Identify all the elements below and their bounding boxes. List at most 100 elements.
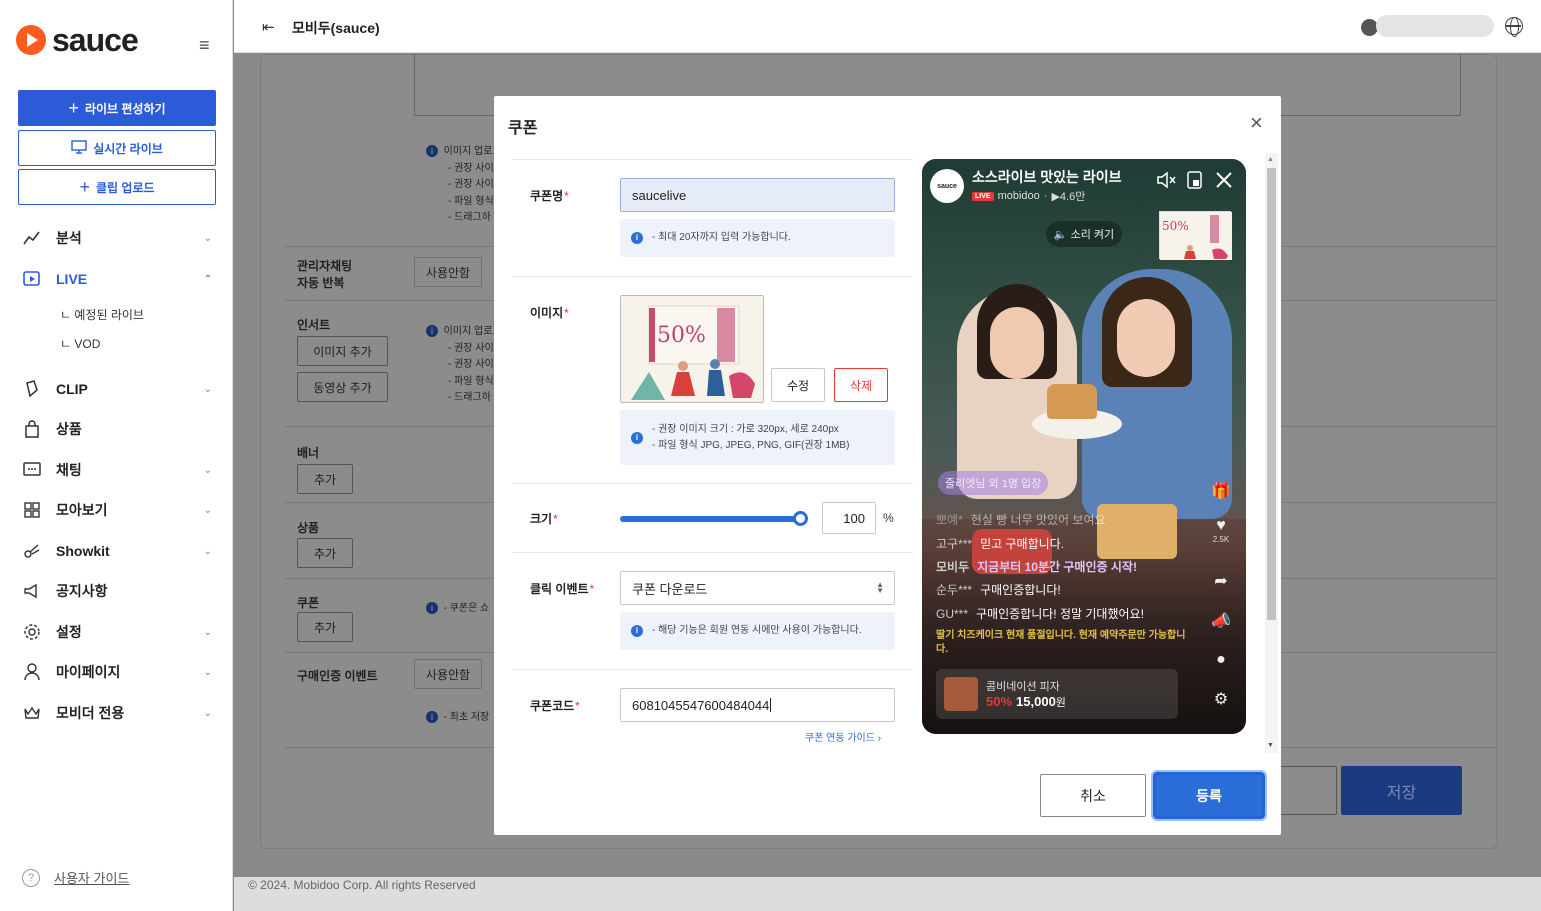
info-icon: i (631, 625, 643, 637)
gift-icon[interactable]: 🎁 (1211, 481, 1231, 501)
heart-icon[interactable]: ♥ 2.5K (1211, 517, 1231, 544)
menu-showkit[interactable]: Showkit ⌄ (22, 540, 212, 562)
menu-collection[interactable]: 모아보기 ⌄ (22, 499, 212, 521)
menu-chat[interactable]: 채팅 ⌄ (22, 459, 212, 481)
coupon-name-input[interactable]: saucelive (620, 178, 895, 212)
add-video-button[interactable]: 동영상 추가 (297, 372, 388, 402)
auto-repeat-unused-toggle[interactable]: 사용안함 (414, 257, 482, 287)
menu-notice[interactable]: 공지사항 (22, 580, 212, 602)
divider (512, 159, 913, 160)
coupon-image-preview[interactable]: 50% (620, 295, 764, 403)
add-banner-button[interactable]: 추가 (297, 464, 353, 494)
click-event-label-text: 클릭 이벤트 (530, 582, 589, 596)
add-coupon-button[interactable]: 추가 (297, 612, 353, 642)
size-percent-input[interactable]: 100 (822, 502, 876, 534)
view-count: ▶4.6만 (1051, 191, 1086, 203)
menu-analytics[interactable]: 분석 ⌄ (22, 227, 212, 249)
chevron-down-icon: ⌄ (203, 504, 212, 516)
scroll-up-arrow[interactable]: ▲ (1267, 156, 1274, 163)
add-image-button[interactable]: 이미지 추가 (297, 336, 388, 366)
delete-image-button[interactable]: 삭제 (834, 368, 888, 402)
menu-settings[interactable]: 설정 ⌄ (22, 621, 212, 643)
menu-mobidoo-only[interactable]: 모비더 전용 ⌄ (22, 702, 212, 724)
close-icon[interactable]: × (1250, 112, 1263, 134)
user-name-redacted[interactable] (1376, 15, 1494, 37)
product-currency: 원 (1055, 697, 1066, 709)
menu-clip[interactable]: CLIP ⌄ (22, 378, 212, 400)
register-button[interactable]: 등록 (1151, 770, 1267, 821)
edit-image-button[interactable]: 수정 (771, 368, 825, 402)
preview-cake-layered (1097, 504, 1177, 559)
coupon-modal: 쿠폰 × 쿠폰명* saucelive i - 최대 20자까지 입력 가능합니… (494, 96, 1281, 835)
monitor-icon (71, 139, 87, 157)
auto-repeat-label: 자동 반복 (297, 276, 345, 290)
purchase-event-unused-toggle[interactable]: 사용안함 (414, 659, 482, 689)
size-slider-track[interactable] (620, 516, 801, 522)
coupon-code-label: 쿠폰코드* (530, 697, 580, 714)
user-guide-link[interactable]: ? 사용자 가이드 (22, 868, 129, 887)
text-cursor (770, 698, 772, 712)
menu-settings-label: 설정 (56, 624, 82, 640)
close-preview-icon[interactable] (1215, 171, 1233, 194)
sound-on-button[interactable]: 🔈 소리 켜기 (1046, 221, 1122, 247)
megaphone-icon[interactable]: 📣 (1211, 611, 1231, 631)
sauce-logo[interactable]: sauce (16, 24, 139, 56)
globe-icon[interactable] (1505, 16, 1523, 37)
chat-message: 고구*** 믿고 구매합니다. (936, 535, 1064, 552)
click-event-select[interactable]: 쿠폰 다운로드 ▲ ▼ (620, 571, 895, 605)
size-slider-handle[interactable] (793, 511, 808, 526)
info-line: - 최초 저장 (443, 712, 490, 723)
channel-name: mobidoo (997, 190, 1040, 202)
coupon-code-input[interactable]: 6081045547600484044 (620, 688, 895, 722)
menu-live[interactable]: LIVE ⌃ (22, 268, 212, 290)
coupon-overlay-thumbnail[interactable]: 50% (1159, 211, 1232, 260)
chat-message: 순두*** 구매인증합니다! (936, 581, 1061, 598)
menu-product[interactable]: 상품 (22, 418, 212, 440)
submenu-vod[interactable]: ㄴ VOD (60, 335, 100, 352)
chat-text: 믿고 구매합니다. (980, 537, 1065, 551)
scroll-down-arrow[interactable]: ▼ (1267, 742, 1274, 749)
menu-showkit-label: Showkit (56, 543, 110, 559)
chat-bubble-icon[interactable]: ● (1211, 651, 1231, 669)
clip-upload-button[interactable]: + 클립 업로드 (18, 169, 216, 205)
bag-icon (22, 419, 42, 439)
scrollbar-thumb[interactable] (1267, 168, 1276, 620)
logo-play-icon (16, 25, 46, 55)
chevron-up-icon: ⌃ (203, 273, 212, 285)
modal-title: 쿠폰 (508, 120, 538, 137)
menu-mypage[interactable]: 마이페이지 ⌄ (22, 661, 212, 683)
share-icon[interactable]: ➦ (1211, 571, 1231, 591)
chevron-down-icon: ⌄ (203, 707, 212, 719)
add-product-button[interactable]: 추가 (297, 538, 353, 568)
separator: · (1043, 190, 1048, 202)
divider (512, 483, 913, 484)
analytics-icon (22, 228, 42, 248)
coupon-guide-link[interactable]: 쿠폰 연동 가이드 › (805, 729, 881, 744)
click-event-info: i - 해당 기능은 회원 연동 시에만 사용이 가능합니다. (620, 612, 895, 650)
chevron-down-icon: ⌄ (203, 383, 212, 395)
product-card[interactable]: 콤비네이션 피자 50% 15,000원 (936, 669, 1178, 719)
chevron-down-icon: ⌄ (203, 545, 212, 557)
menu-analytics-label: 분석 (56, 230, 82, 246)
menu-live-label: LIVE (56, 271, 88, 287)
chat-text: 지금부터 10분간 구매인증 시작! (977, 560, 1137, 574)
hamburger-menu-icon[interactable]: ≡ (199, 36, 210, 54)
pip-icon[interactable] (1187, 171, 1203, 194)
info-icon: i (426, 602, 438, 615)
chat-message: 뽀예* 현실 빵 너무 맛있어 보여요 (936, 511, 1106, 528)
cancel-button[interactable]: 취소 (1040, 774, 1146, 817)
banner-label: 배너 (297, 446, 320, 460)
mute-icon[interactable] (1156, 171, 1176, 194)
product-price: 50% 15,000원 (986, 694, 1066, 710)
required-mark: * (589, 582, 595, 596)
schedule-live-button[interactable]: + 라이브 편성하기 (18, 90, 216, 126)
realtime-live-button[interactable]: 실시간 라이브 (18, 130, 216, 166)
channel-avatar[interactable]: sauce (930, 169, 964, 203)
settings-icon[interactable]: ⚙ (1211, 689, 1231, 709)
submenu-scheduled-live[interactable]: ㄴ 예정된 라이브 (60, 306, 144, 323)
info-line: - 드래그하 (448, 392, 491, 403)
collapse-sidebar-icon[interactable]: ⇤ (262, 18, 275, 36)
live-title: 소스라이브 맛있는 라이브 (972, 169, 1122, 185)
coupon-overlay-text: 50% (1162, 219, 1189, 233)
save-button[interactable]: 저장 (1341, 766, 1462, 815)
